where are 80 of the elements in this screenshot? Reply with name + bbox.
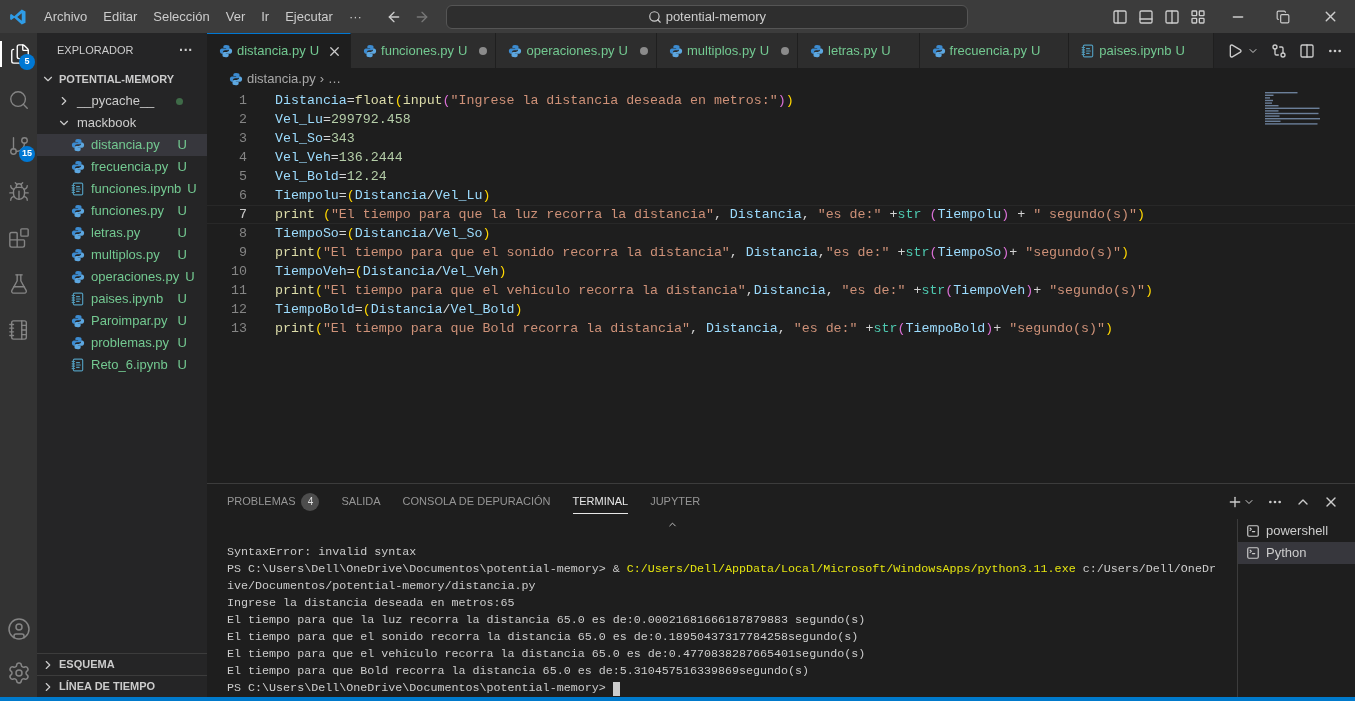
editor-tab[interactable]: paises.ipynb U <box>1069 33 1214 68</box>
code-line: Tiempolu=(Distancia/Vel_Lu) <box>274 186 491 205</box>
file-item[interactable]: distancia.py U <box>37 134 207 156</box>
menu-item[interactable]: Ejecutar <box>277 6 341 27</box>
line-number: 12 <box>230 300 248 319</box>
file-item[interactable]: paises.ipynb U <box>37 288 207 310</box>
count-badge: 4 <box>301 492 320 511</box>
file-item[interactable]: frecuencia.py U <box>37 156 207 178</box>
code-line: Vel_Veh=136.2444 <box>274 148 403 167</box>
panel-tab[interactable]: CONSOLA DE DEPURACIÓN <box>402 489 551 514</box>
code-line: print("El tiempo para que el sonido recorra la distancia", Distancia,"es de:" +str(TiempoSo)+ "segundo(s)") <box>274 243 1129 262</box>
branch-button[interactable]: 15 <box>0 133 37 159</box>
count-badge: 15 <box>19 146 35 162</box>
command-center[interactable]: potential-memory <box>445 4 968 29</box>
line-number: 10 <box>230 262 248 281</box>
menu-item[interactable]: Ver <box>217 6 254 27</box>
editor-tab[interactable]: frecuencia.py U <box>919 33 1070 68</box>
code-line: Distancia=float(input("Ingrese la distancia deseada en metros:")) <box>274 91 794 110</box>
file-item[interactable]: problemas.py U <box>37 332 207 354</box>
breadcrumb-separator: › <box>319 70 324 89</box>
menu-item[interactable]: Ir <box>253 6 278 27</box>
code-line: TiempoSo=(Distancia/Vel_So) <box>274 224 491 243</box>
editor-tab[interactable]: funciones.py U <box>351 33 497 68</box>
terminal-line: SyntaxError: invalid syntax <box>227 544 418 561</box>
code-line: print ("El tiempo para que la luz recorra la distancia", Distancia, "es de:" +str (Tiempolu) + " segundo(s)") <box>274 205 1145 224</box>
code-line: TiempoBold=(Distancia/Vel_Bold) <box>274 300 523 319</box>
line-number: 13 <box>230 319 248 338</box>
folder-header[interactable]: POTENTIAL-MEMORY <box>37 68 207 90</box>
file-item[interactable]: funciones.ipynb U <box>37 178 207 200</box>
terminal-line: ive/Documentos/potential-memory/distancia.py <box>227 578 537 595</box>
panel-tab[interactable]: TERMINAL <box>572 489 629 514</box>
menu-item[interactable]: Archivo <box>36 6 96 27</box>
panel-tab[interactable]: SALIDA <box>341 489 381 514</box>
code-line: Vel_So=343 <box>274 129 355 148</box>
breadcrumb-item[interactable]: distancia.py <box>247 69 316 89</box>
file-item[interactable]: multiplos.py U <box>37 244 207 266</box>
editor-tab[interactable]: operaciones.py U <box>496 33 657 68</box>
code-line: print("El tiempo para que el vehiculo recorra la distancia",Distancia, "es de:" +str(TiempoVeh)+ "segundo(s)") <box>274 281 1153 300</box>
editor-tab[interactable]: letras.py U <box>798 33 920 68</box>
menu-item[interactable]: Selección <box>145 6 218 27</box>
terminal-line: El tiempo para que el vehiculo recorra la distancia 65.0 es de:0.4770838287665401segundo(s) <box>227 646 867 663</box>
folder-item[interactable]: mackbook <box>37 112 207 134</box>
more-button[interactable]: ··· <box>179 40 193 61</box>
panel-tab[interactable]: JUPYTER <box>650 489 701 514</box>
terminal-line: PS C:\Users\Dell\OneDrive\Documentos\potential-memory> & C:/Users/Dell/AppData/Local/Microsoft/WindowsApps/python3.11.exe c:/Users/Dell/OneDr <box>227 561 1217 578</box>
terminal-item[interactable]: powershell <box>1238 520 1355 542</box>
code-line: Vel_Bold=12.24 <box>274 167 387 186</box>
editor-tab[interactable]: distancia.py U <box>207 33 352 68</box>
line-number: 2 <box>238 110 248 129</box>
folder-item[interactable]: __pycache__ <box>37 90 207 112</box>
code-line: TiempoVeh=(Distancia/Vel_Veh) <box>274 262 507 281</box>
editor-tab[interactable]: multiplos.py U <box>657 33 799 68</box>
sidebar-title: EXPLORADOR <box>57 43 135 59</box>
file-item[interactable]: Reto_6.ipynb U <box>37 354 207 376</box>
terminal-line: Ingrese la distancia deseada en metros:65 <box>227 595 516 612</box>
code-line: print("El tiempo para que Bold recorra la distancia", Distancia, "es de:" +str(TiempoBold)+ "segundo(s)") <box>274 319 1113 338</box>
terminal-line: El tiempo para que el sonido recorra la distancia 65.0 es de:0.18950437317784258segundo(s) <box>227 629 860 646</box>
menu-item[interactable]: ··· <box>340 6 370 27</box>
line-number: 8 <box>238 224 248 243</box>
file-item[interactable]: operaciones.py U <box>37 266 207 288</box>
line-number: 11 <box>230 281 248 300</box>
count-badge: 5 <box>19 54 35 70</box>
terminal-item[interactable]: Python <box>1238 542 1355 564</box>
terminal-line: PS C:\Users\Dell\OneDrive\Documentos\potential-memory> <box>227 680 1237 697</box>
line-number: 3 <box>238 129 248 148</box>
file-item[interactable]: funciones.py U <box>37 200 207 222</box>
line-number: 7 <box>238 205 248 224</box>
line-number: 4 <box>238 148 248 167</box>
terminal-line: El tiempo para que Bold recorra la distancia 65.0 es de:5.310457516339869segundo(s) <box>227 663 811 680</box>
breadcrumb-item[interactable]: … <box>328 69 341 89</box>
line-number: 6 <box>238 186 248 205</box>
file-item[interactable]: letras.py U <box>37 222 207 244</box>
menu-item[interactable]: Editar <box>95 6 146 27</box>
terminal-line: El tiempo para que la luz recorra la distancia 65.0 es de:0.00021681666187879883 segundo(s) <box>227 612 867 629</box>
panel-tab[interactable]: PROBLEMAS 4 <box>227 489 320 514</box>
line-number: 1 <box>238 91 248 110</box>
file-item[interactable]: Paroimpar.py U <box>37 310 207 332</box>
line-number: 9 <box>238 243 248 262</box>
line-number: 5 <box>238 167 248 186</box>
code-line: Vel_Lu=299792.458 <box>274 110 411 129</box>
